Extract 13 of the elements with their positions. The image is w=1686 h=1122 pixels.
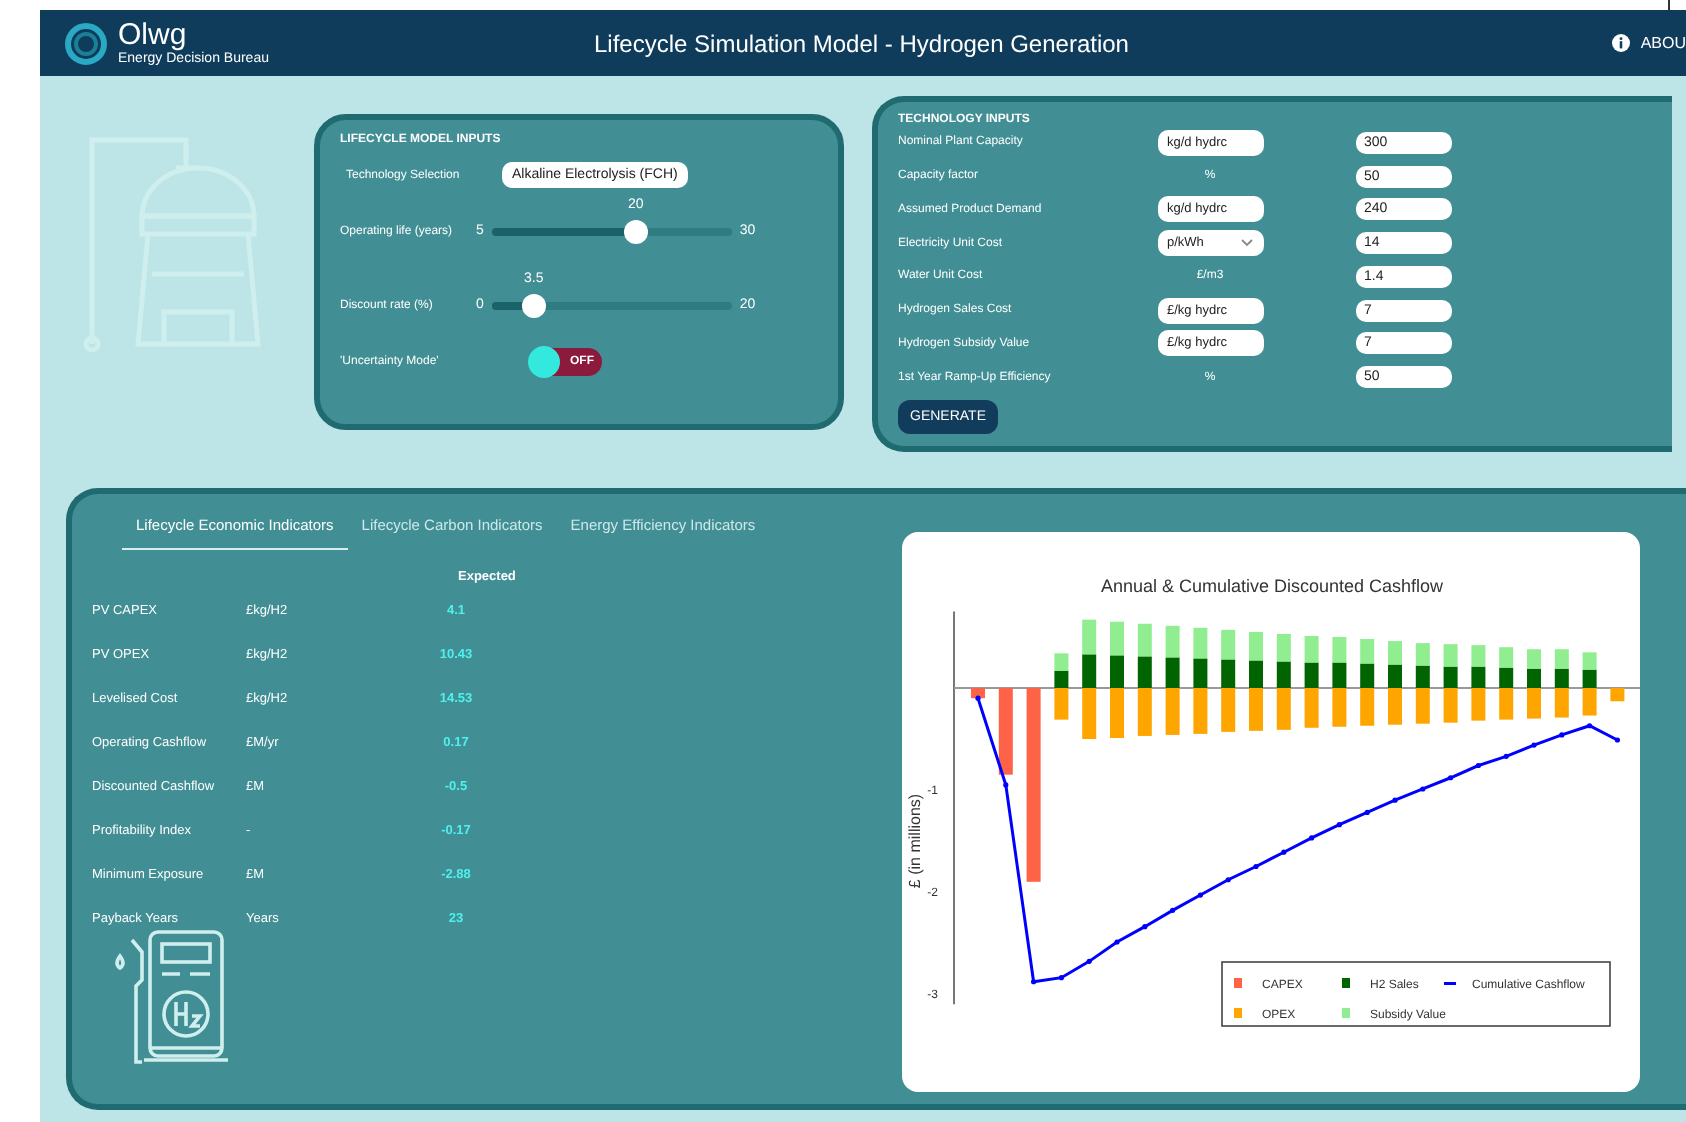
bar bbox=[1610, 688, 1625, 702]
chevron-icon bbox=[1239, 238, 1253, 249]
about-link[interactable]: ABOU bbox=[1640, 34, 1686, 52]
bar bbox=[971, 688, 985, 699]
bar bbox=[998, 688, 1013, 775]
y-axis-label: £ (in millions) bbox=[906, 793, 924, 889]
slider-thumb[interactable] bbox=[623, 219, 648, 243]
slider-thumb[interactable] bbox=[521, 293, 546, 317]
page-title: Lifecycle Simulation Model - Hydrogen Generation bbox=[594, 29, 1131, 57]
ring-logo-icon bbox=[64, 21, 108, 65]
info-icon bbox=[1612, 34, 1631, 52]
chart-title: Annual & Cumulative Discounted Cashflow bbox=[1100, 576, 1444, 596]
brand-name: Olwg bbox=[118, 20, 187, 50]
